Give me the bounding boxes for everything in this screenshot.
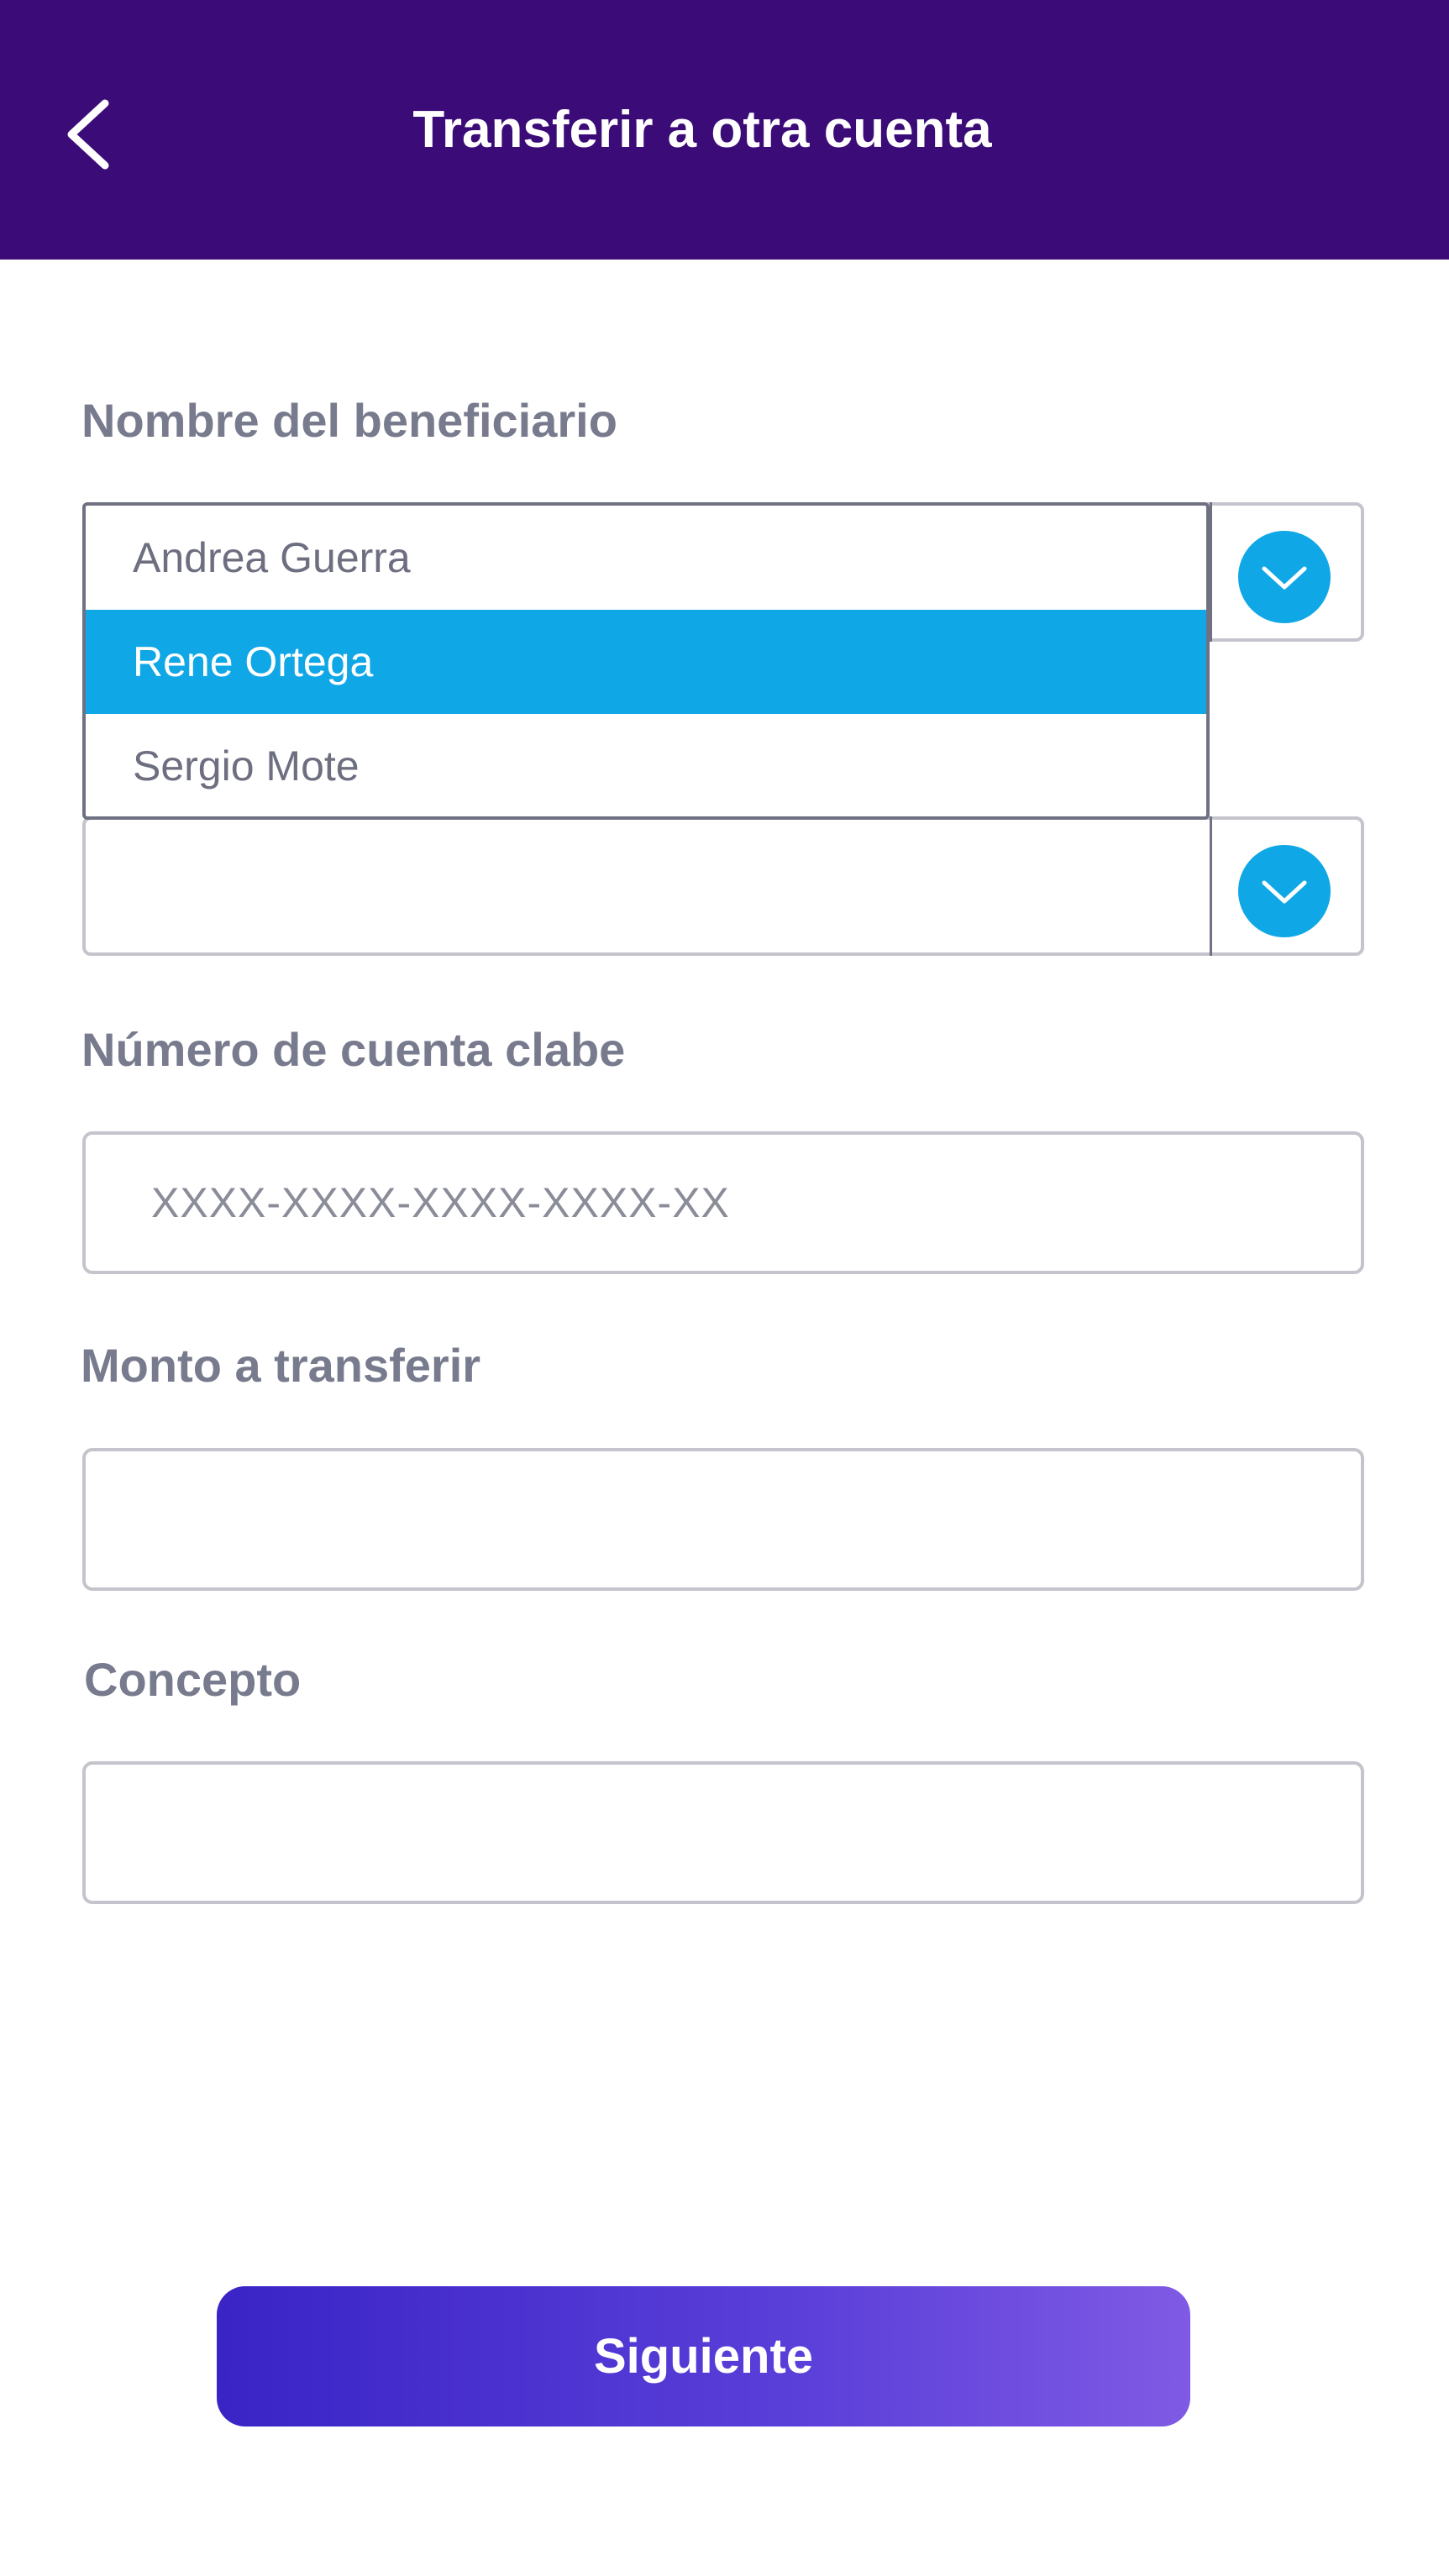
select-divider [1210,502,1212,642]
amount-label: Monto a transferir [81,1339,481,1392]
concept-input[interactable] [82,1761,1364,1904]
dropdown-option[interactable]: Sergio Mote [86,714,1206,816]
page-title: Transferir a otra cuenta [412,101,992,159]
chevron-down-icon [1262,880,1307,904]
beneficiary-dropdown-button[interactable] [1238,531,1331,623]
account-number-input[interactable] [82,1131,1364,1274]
next-button[interactable]: Siguiente [217,2286,1190,2426]
dropdown-option-selected[interactable]: Rene Ortega [86,610,1206,714]
chevron-down-icon [1262,566,1307,590]
secondary-dropdown-button[interactable] [1238,845,1331,937]
app-header: Transferir a otra cuenta [0,0,1449,260]
beneficiary-dropdown-list: Andrea Guerra Rene Ortega Sergio Mote [82,502,1210,820]
beneficiary-label: Nombre del beneficiario [81,394,617,447]
concept-label: Concepto [84,1653,302,1706]
secondary-select[interactable] [82,816,1364,956]
select-divider [1210,816,1212,956]
amount-input[interactable] [82,1448,1364,1591]
dropdown-option[interactable]: Andrea Guerra [86,506,1206,610]
account-label: Número de cuenta clabe [81,1023,626,1076]
